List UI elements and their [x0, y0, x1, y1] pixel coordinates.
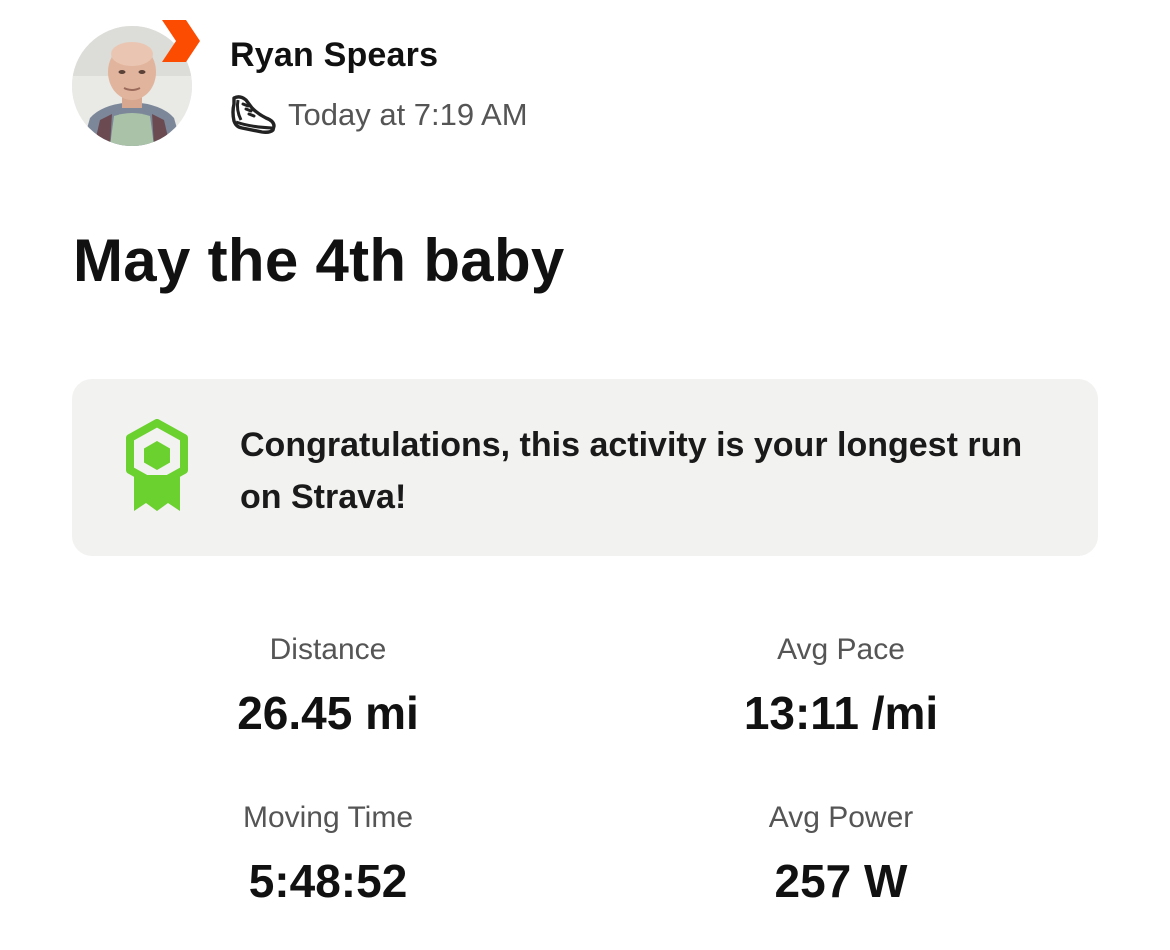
- stat-avg-pace: Avg Pace 13:11 /mi: [641, 630, 1041, 740]
- medal-icon: [126, 419, 188, 511]
- stat-avg-power: Avg Power 257 W: [641, 798, 1041, 908]
- stat-value: 13:11 /mi: [743, 687, 939, 739]
- stat-label: Moving Time: [242, 801, 414, 834]
- avatar-container[interactable]: [72, 20, 200, 146]
- stat-value: 26.45 mi: [237, 687, 419, 739]
- stat-label: Avg Power: [768, 801, 914, 834]
- athlete-name[interactable]: Ryan Spears: [230, 36, 438, 75]
- stat-label: Distance: [269, 633, 387, 666]
- activity-card: Ryan Spears Today at 7:19 AM May the 4th…: [0, 0, 1170, 950]
- stat-moving-time: Moving Time 5:48:52: [128, 798, 528, 908]
- stat-label: Avg Pace: [777, 633, 905, 666]
- activity-timestamp: Today at 7:19 AM: [288, 97, 528, 132]
- achievement-message: Congratulations, this activity is your l…: [240, 426, 1023, 516]
- stat-value: 257 W: [774, 855, 908, 907]
- activity-title[interactable]: May the 4th baby: [73, 226, 565, 295]
- subscriber-chevron-icon: [162, 20, 200, 62]
- achievement-banner[interactable]: Congratulations, this activity is your l…: [72, 379, 1098, 556]
- stat-distance: Distance 26.45 mi: [128, 630, 528, 740]
- activity-meta: Today at 7:19 AM: [228, 92, 528, 138]
- shoe-icon: [231, 95, 276, 134]
- stat-value: 5:48:52: [248, 855, 408, 907]
